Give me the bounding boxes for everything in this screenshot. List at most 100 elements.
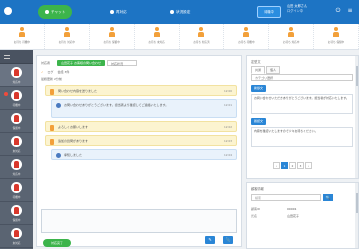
scrollbar[interactable]	[355, 56, 358, 178]
rail-item[interactable]: 待機中	[0, 87, 33, 110]
power-icon[interactable]: ⏻	[334, 7, 342, 15]
top-bar: チャット 再対応 状況設定 待機中 山田 太郎さん ログイン中 ⏻ ≡	[0, 0, 359, 24]
customer-message: よろしくお願いします 12:02	[45, 121, 237, 132]
page-1[interactable]: 1	[281, 162, 288, 169]
info-key: 顧客ID	[251, 207, 261, 211]
rail-item-label: 対応中	[12, 81, 21, 84]
rail-item-label: 保留中	[12, 127, 21, 130]
app-logo[interactable]	[4, 5, 30, 18]
avatar-icon	[11, 182, 22, 193]
tab-chat[interactable]: チャット	[38, 5, 73, 19]
avatar-icon	[11, 67, 22, 78]
search-button[interactable]: 🔍	[323, 194, 333, 201]
rail-toggle[interactable]	[0, 50, 33, 64]
info-key: 氏名	[251, 214, 258, 218]
queue-item[interactable]: お待ち 保留中	[314, 24, 359, 49]
person-icon	[50, 139, 54, 145]
info-value: 00001	[287, 207, 297, 211]
queue-item[interactable]: お待ち 待機中	[0, 24, 45, 49]
user-info[interactable]: 山田 太郎さん ログイン中	[287, 4, 331, 20]
template-text[interactable]: 内容を確認いたしますので少々お待ちください。	[251, 127, 353, 147]
queue-item[interactable]: お待ち 待機中	[224, 24, 270, 49]
message-input[interactable]	[41, 209, 237, 233]
avatar-icon	[11, 205, 22, 216]
tab-settings-label: 状況設定	[176, 10, 191, 14]
customer-message: 問い合わせ内容を送りました 12:00	[45, 85, 237, 96]
rail-item[interactable]: 待機中	[0, 179, 33, 202]
rail-item[interactable]: 対応中	[0, 64, 33, 87]
log-label[interactable]: ログ	[48, 70, 54, 74]
tab-chat-label: チャット	[51, 10, 66, 14]
templates-panel: 定型文 共通 個人 カテゴリ選択 挨拶文 お問い合わせいただきありがとうございま…	[246, 55, 359, 179]
queue-item[interactable]: お待ち 対応中	[269, 24, 315, 49]
page-prev[interactable]: ‹	[273, 162, 280, 169]
settings-icon	[170, 10, 174, 14]
left-rail: 対応中 待機中 保留中 未対応 対応中 待機中 保留中 未対応	[0, 50, 33, 249]
tab-personal[interactable]: 個人	[266, 66, 281, 74]
tab-followup[interactable]: 再対応	[110, 5, 127, 19]
chat-icon	[45, 10, 49, 14]
queue-item[interactable]: お待ち 保留中	[90, 24, 135, 49]
person-icon	[198, 27, 205, 37]
customer-search-input[interactable]: 検索	[251, 194, 321, 201]
queue-item[interactable]: お待ち 未対応	[135, 24, 180, 49]
template-button[interactable]: 確認文	[251, 118, 267, 125]
tab-settings[interactable]: 状況設定	[170, 5, 190, 19]
avatar-icon	[11, 90, 22, 101]
page-3[interactable]: 3	[297, 162, 304, 169]
queue-item-label: お待ち 対応中	[282, 41, 300, 44]
attach-button[interactable]: 📎	[223, 236, 233, 244]
templates-tabs: 共通 個人	[251, 66, 281, 74]
category-select[interactable]: カテゴリ選択	[251, 74, 353, 81]
message-time: 12:00	[223, 89, 232, 93]
person-icon	[18, 27, 25, 37]
rail-item-label: 未対応	[12, 150, 21, 153]
customer-info-title: 顧客情報	[251, 187, 264, 191]
menu-icon[interactable]: ≡	[346, 7, 354, 15]
status-select[interactable]: 対応状況	[106, 60, 137, 66]
person-icon	[50, 125, 54, 131]
info-row: 顧客ID 00001	[251, 207, 297, 211]
message-time: 12:04	[223, 153, 232, 157]
tab-common[interactable]: 共通	[251, 66, 266, 74]
person-icon	[108, 27, 115, 37]
message-time: 12:03	[223, 139, 232, 143]
status-button[interactable]: 待機中	[257, 6, 281, 18]
queue-item[interactable]: お待ち 対応済	[180, 24, 225, 49]
scrollbar[interactable]	[355, 183, 358, 248]
avatar-icon	[11, 228, 22, 239]
queue-item[interactable]: お待ち 対応中	[45, 24, 90, 49]
customer-field[interactable]: 山田花子 お客様の問い合わせ	[57, 60, 105, 66]
logo-circle-icon	[4, 7, 12, 15]
rail-item[interactable]: 保留中	[0, 110, 33, 133]
page-2[interactable]: 2	[289, 162, 296, 169]
customer-id: 対応者	[41, 61, 51, 65]
edit-button[interactable]: ✎	[205, 236, 215, 244]
message-time: 12:02	[223, 125, 232, 129]
info-value: 山田花子	[287, 214, 300, 218]
person-icon	[243, 27, 250, 37]
rail-item-label: 保留中	[12, 219, 21, 222]
rail-item-label: 待機中	[12, 104, 21, 107]
rail-item[interactable]: 未対応	[0, 133, 33, 156]
person-icon	[110, 10, 114, 14]
page-next[interactable]: ›	[305, 162, 312, 169]
agent-icon	[56, 103, 61, 108]
rail-item[interactable]: 未対応	[0, 225, 33, 248]
message-time: 12:01	[223, 103, 232, 107]
person-icon	[288, 27, 295, 37]
avatar-icon	[11, 113, 22, 124]
complete-button[interactable]: 対応完了	[43, 239, 71, 247]
chat-meta: ✓ ログ 会話 3件	[41, 70, 69, 74]
template-button[interactable]: 挨拶文	[251, 85, 267, 92]
queue-item-label: お待ち 未対応	[148, 41, 165, 44]
templates-title: 定型文	[251, 60, 261, 64]
template-text[interactable]: お問い合わせいただきありがとうございます。担当者が対応いたします。	[251, 94, 353, 114]
message-text: お問い合わせありがとうございます。担当者より確認してご連絡いたします。	[64, 103, 169, 107]
queue-item-label: お待ち 保留中	[327, 41, 345, 44]
chat-panel: 対応者 山田花子 お客様の問い合わせ 対応状況 ✓ ログ 会話 3件 最終更新 …	[36, 55, 242, 247]
rail-item[interactable]: 対応中	[0, 156, 33, 179]
queue-item-label: お待ち 保留中	[103, 41, 120, 44]
rail-item[interactable]: 保留中	[0, 202, 33, 225]
message-text: よろしくお願いします	[58, 125, 89, 129]
